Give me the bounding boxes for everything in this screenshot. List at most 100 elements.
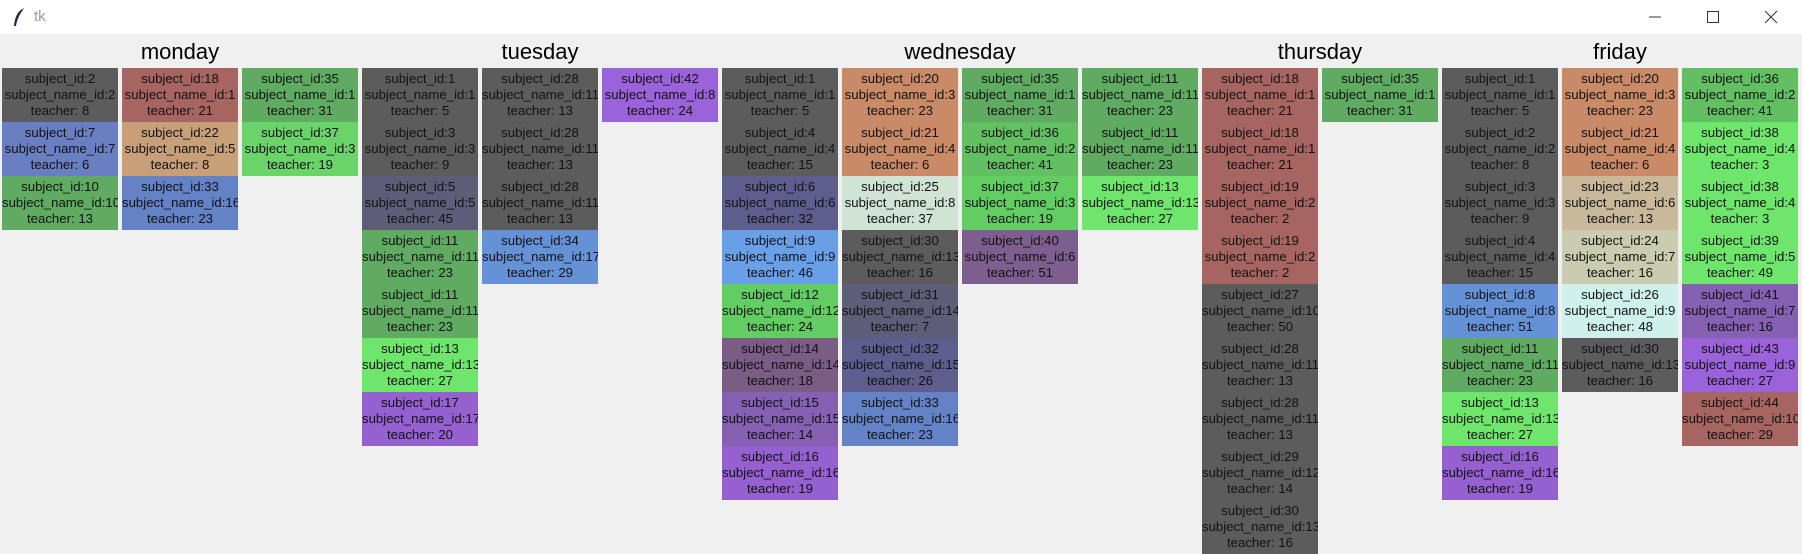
lesson-card[interactable]: subject_id:18 subject_name_id:1 teacher: 2… (1202, 122, 1318, 176)
lesson-card[interactable]: subject_id:16 subject_name_id:16 teacher: … (1442, 446, 1558, 500)
lesson-card[interactable]: subject_id:42 subject_name_id:8 teacher: 2… (602, 68, 718, 122)
lesson-card[interactable]: subject_id:11 subject_name_id:11 teacher: … (362, 230, 478, 284)
maximize-button[interactable] (1684, 0, 1742, 34)
lesson-card[interactable]: subject_id:8 subject_name_id:8 teacher: 51 (1442, 284, 1558, 338)
teacher-label: teacher: 23 (1587, 103, 1653, 118)
lesson-card[interactable]: subject_id:28 subject_name_id:11 teacher: … (482, 122, 598, 176)
lesson-card[interactable]: subject_id:3 subject_name_id:3 teacher: 9 (362, 122, 478, 176)
subject-label: subject_id:25 (861, 179, 939, 194)
lesson-card[interactable]: subject_id:19 subject_name_id:2 teacher: 2 (1202, 176, 1318, 230)
lesson-card[interactable]: subject_id:11 subject_name_id:11 teacher: … (1082, 122, 1198, 176)
lesson-card[interactable]: subject_id:28 subject_name_id:11 teacher: … (1202, 392, 1318, 446)
subject-name-label: subject_name_id:16 (842, 411, 958, 426)
lesson-card[interactable]: subject_id:1 subject_name_id:1 teacher: 5 (722, 68, 838, 122)
lesson-card[interactable]: subject_id:25 subject_name_id:8 teacher: 3… (842, 176, 958, 230)
lesson-card[interactable]: subject_id:34 subject_name_id:17 teacher: … (482, 230, 598, 284)
lesson-card[interactable]: subject_id:13 subject_name_id:13 teacher: … (1082, 176, 1198, 230)
lesson-card[interactable]: subject_id:33 subject_name_id:16 teacher: … (842, 392, 958, 446)
lesson-card[interactable]: subject_id:28 subject_name_id:11 teacher: … (1202, 338, 1318, 392)
lesson-card[interactable]: subject_id:6 subject_name_id:6 teacher: 32 (722, 176, 838, 230)
lesson-card[interactable]: subject_id:4 subject_name_id:4 teacher: 15 (722, 122, 838, 176)
day-header-thursday: thursday (1277, 39, 1363, 64)
lesson-card[interactable]: subject_id:30 subject_name_id:13 teacher: … (1562, 338, 1678, 392)
subject-name-label: subject_name_id:11 (482, 141, 598, 156)
subject-name-label: subject_name_id:8 (844, 195, 956, 210)
subject-label: subject_id:1 (384, 71, 456, 86)
subject-name-label: subject_name_id:15 (842, 357, 958, 372)
lesson-card[interactable]: subject_id:16 subject_name_id:16 teacher: … (722, 446, 838, 500)
lesson-card[interactable]: subject_id:30 subject_name_id:13 teacher: … (1202, 500, 1318, 554)
lesson-card[interactable]: subject_id:10 subject_name_id:10 teacher: … (2, 176, 118, 230)
lesson-card[interactable]: subject_id:38 subject_name_id:4 teacher: 3 (1682, 176, 1798, 230)
lesson-card[interactable]: subject_id:7 subject_name_id:7 teacher: 6 (2, 122, 118, 176)
teacher-label: teacher: 27 (1467, 427, 1533, 442)
lesson-card[interactable]: subject_id:28 subject_name_id:11 teacher: … (482, 68, 598, 122)
subject-name-label: subject_name_id:13 (1442, 411, 1558, 426)
lesson-card[interactable]: subject_id:35 subject_name_id:1 teacher: 3… (962, 68, 1078, 122)
day-header-friday: friday (1593, 39, 1647, 64)
lesson-card[interactable]: subject_id:33 subject_name_id:16 teacher: … (122, 176, 238, 230)
lesson-card[interactable]: subject_id:44 subject_name_id:10 teacher: … (1682, 392, 1798, 446)
lesson-card[interactable]: subject_id:39 subject_name_id:5 teacher: 4… (1682, 230, 1798, 284)
subject-label: subject_id:11 (1101, 71, 1179, 86)
lesson-card[interactable]: subject_id:30 subject_name_id:13 teacher: … (842, 230, 958, 284)
subject-label: subject_id:20 (1581, 71, 1659, 86)
subject-name-label: subject_name_id:11 (362, 249, 478, 264)
lesson-card[interactable]: subject_id:29 subject_name_id:12 teacher: … (1202, 446, 1318, 500)
lesson-card[interactable]: subject_id:22 subject_name_id:5 teacher: 8 (122, 122, 238, 176)
lesson-card[interactable]: subject_id:23 subject_name_id:6 teacher: 1… (1562, 176, 1678, 230)
minimize-button[interactable] (1626, 0, 1684, 34)
teacher-label: teacher: 19 (1467, 481, 1533, 496)
lesson-card[interactable]: subject_id:31 subject_name_id:14 teacher: … (842, 284, 958, 338)
lesson-card[interactable]: subject_id:21 subject_name_id:4 teacher: 6 (842, 122, 958, 176)
lesson-card[interactable]: subject_id:18 subject_name_id:1 teacher: 2… (122, 68, 238, 122)
lesson-card[interactable]: subject_id:13 subject_name_id:13 teacher: … (1442, 392, 1558, 446)
lesson-card[interactable]: subject_id:37 subject_name_id:3 teacher: 1… (962, 176, 1078, 230)
lesson-card[interactable]: subject_id:40 subject_name_id:6 teacher: 5… (962, 230, 1078, 284)
subject-name-label: subject_name_id:5 (1684, 249, 1796, 264)
lesson-card[interactable]: subject_id:2 subject_name_id:2 teacher: 8 (1442, 122, 1558, 176)
lesson-card[interactable]: subject_id:36 subject_name_id:2 teacher: 4… (1682, 68, 1798, 122)
lesson-card[interactable]: subject_id:11 subject_name_id:11 teacher: … (1442, 338, 1558, 392)
lesson-card[interactable]: subject_id:1 subject_name_id:1 teacher: 5 (362, 68, 478, 122)
lesson-card[interactable]: subject_id:21 subject_name_id:4 teacher: 6 (1562, 122, 1678, 176)
lesson-card[interactable]: subject_id:35 subject_name_id:1 teacher: 3… (242, 68, 358, 122)
lesson-card[interactable]: subject_id:19 subject_name_id:2 teacher: 2 (1202, 230, 1318, 284)
subject-label: subject_id:36 (981, 125, 1059, 140)
teacher-label: teacher: 23 (147, 211, 213, 226)
lesson-card[interactable]: subject_id:12 subject_name_id:12 teacher: … (722, 284, 838, 338)
lesson-card[interactable]: subject_id:20 subject_name_id:3 teacher: 2… (842, 68, 958, 122)
lesson-card[interactable]: subject_id:37 subject_name_id:3 teacher: 1… (242, 122, 358, 176)
lesson-card[interactable]: subject_id:32 subject_name_id:15 teacher: … (842, 338, 958, 392)
lesson-card[interactable]: subject_id:36 subject_name_id:2 teacher: 4… (962, 122, 1078, 176)
lesson-card[interactable]: subject_id:11 subject_name_id:11 teacher: … (1082, 68, 1198, 122)
lesson-card[interactable]: subject_id:26 subject_name_id:9 teacher: 4… (1562, 284, 1678, 338)
subject-label: subject_id:7 (24, 125, 96, 140)
lesson-card[interactable]: subject_id:5 subject_name_id:5 teacher: 45 (362, 176, 478, 230)
lesson-card[interactable]: subject_id:15 subject_name_id:15 teacher: … (722, 392, 838, 446)
lesson-card[interactable]: subject_id:2 subject_name_id:2 teacher: 8 (2, 68, 118, 122)
lesson-card[interactable]: subject_id:41 subject_name_id:7 teacher: 1… (1682, 284, 1798, 338)
lesson-card[interactable]: subject_id:9 subject_name_id:9 teacher: 46 (722, 230, 838, 284)
subject-label: subject_id:4 (1464, 233, 1536, 248)
close-button[interactable] (1742, 0, 1800, 34)
subject-name-label: subject_name_id:9 (1684, 357, 1796, 372)
lesson-card[interactable]: subject_id:17 subject_name_id:17 teacher: … (362, 392, 478, 446)
lesson-card[interactable]: subject_id:38 subject_name_id:4 teacher: 3 (1682, 122, 1798, 176)
lesson-card[interactable]: subject_id:13 subject_name_id:13 teacher: … (362, 338, 478, 392)
lesson-card[interactable]: subject_id:1 subject_name_id:1 teacher: 5 (1442, 68, 1558, 122)
lesson-card[interactable]: subject_id:27 subject_name_id:10 teacher: … (1202, 284, 1318, 338)
lesson-card[interactable]: subject_id:14 subject_name_id:14 teacher: … (722, 338, 838, 392)
subject-label: subject_id:21 (861, 125, 939, 140)
lesson-card[interactable]: subject_id:28 subject_name_id:11 teacher: … (482, 176, 598, 230)
teacher-label: teacher: 8 (150, 157, 210, 172)
teacher-label: teacher: 5 (1470, 103, 1530, 118)
lesson-card[interactable]: subject_id:43 subject_name_id:9 teacher: 2… (1682, 338, 1798, 392)
lesson-card[interactable]: subject_id:24 subject_name_id:7 teacher: 1… (1562, 230, 1678, 284)
lesson-card[interactable]: subject_id:11 subject_name_id:11 teacher: … (362, 284, 478, 338)
lesson-card[interactable]: subject_id:4 subject_name_id:4 teacher: 15 (1442, 230, 1558, 284)
lesson-card[interactable]: subject_id:3 subject_name_id:3 teacher: 9 (1442, 176, 1558, 230)
lesson-card[interactable]: subject_id:18 subject_name_id:1 teacher: 2… (1202, 68, 1318, 122)
lesson-card[interactable]: subject_id:20 subject_name_id:3 teacher: 2… (1562, 68, 1678, 122)
lesson-card[interactable]: subject_id:35 subject_name_id:1 teacher: 3… (1322, 68, 1438, 122)
